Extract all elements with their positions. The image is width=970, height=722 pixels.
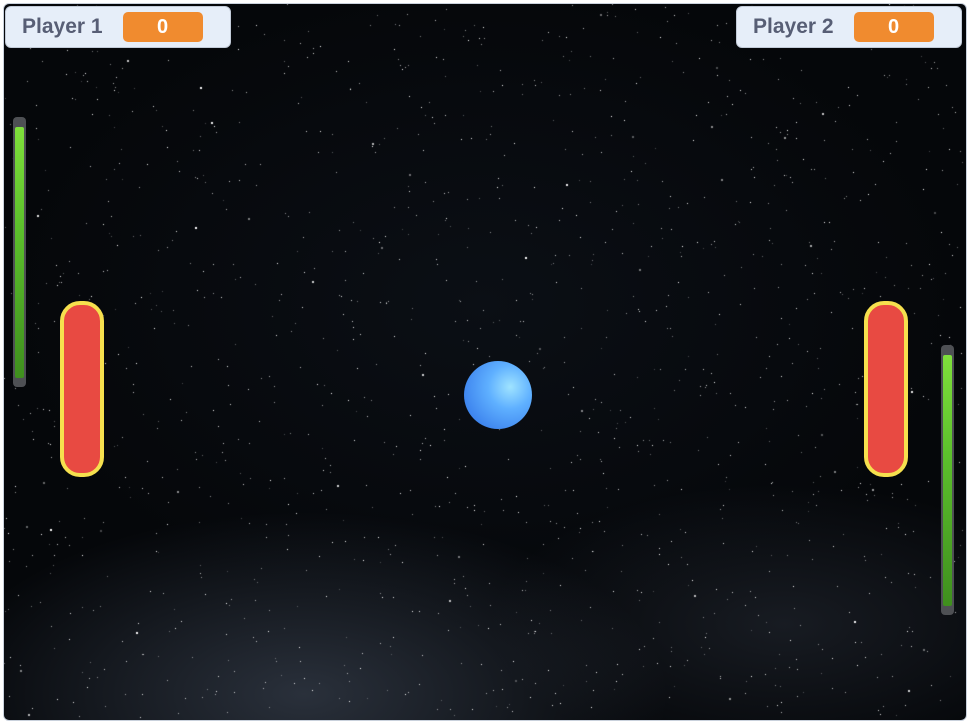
player2-score: 0: [853, 12, 934, 42]
player2-label: Player 2: [753, 15, 834, 38]
game-stage[interactable]: Player 1 0 Player 2 0: [3, 3, 967, 721]
player2-score-monitor: Player 2 0: [736, 6, 962, 48]
starfield-background: [4, 4, 966, 720]
player1-power-fill: [15, 127, 24, 378]
ball: [464, 361, 532, 429]
player1-paddle[interactable]: [60, 301, 104, 477]
player2-power-bar: [941, 345, 954, 615]
player1-score-monitor: Player 1 0: [5, 6, 231, 48]
player1-power-bar: [13, 117, 26, 387]
player2-paddle[interactable]: [864, 301, 908, 477]
player2-power-fill: [943, 355, 952, 606]
player1-score: 0: [122, 12, 203, 42]
player1-label: Player 1: [22, 15, 103, 38]
